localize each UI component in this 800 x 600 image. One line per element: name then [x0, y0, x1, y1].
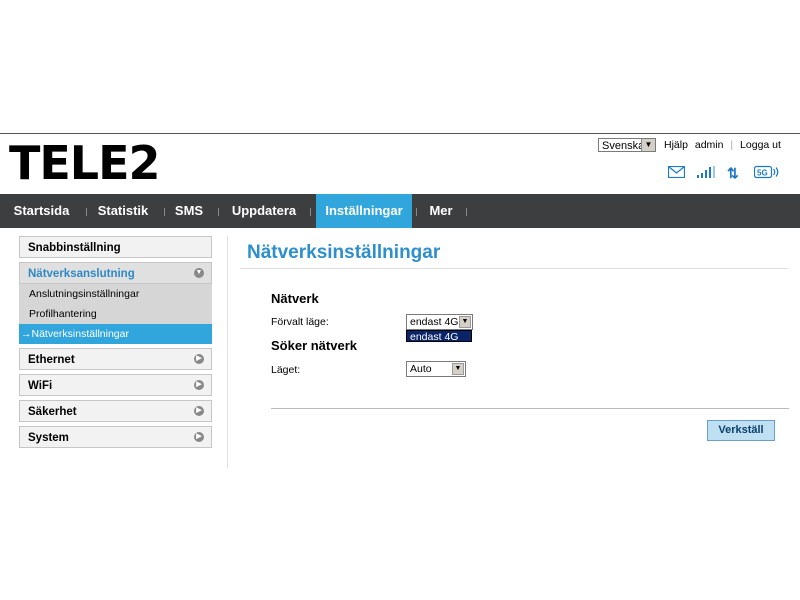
nav-mer[interactable]: Mer — [422, 194, 460, 228]
sidebar-subitem-anslutningsinstallningar[interactable]: Anslutningsinställningar — [19, 284, 212, 304]
nav-separator — [86, 208, 87, 216]
header-links: Hjälp admin | Logga ut — [664, 139, 785, 151]
admin-link[interactable]: admin — [695, 139, 724, 151]
main-nav: Startsida Statistik SMS Uppdatera Instäl… — [0, 194, 800, 228]
sidebar-item-label: Nätverksanslutning — [28, 268, 135, 280]
sidebar-item-label: Säkerhet — [28, 406, 77, 418]
network-badge-text: 5G — [757, 169, 768, 178]
link-separator: | — [730, 139, 734, 151]
sidebar-subitem-natverksinstallningar[interactable]: →Nätverksinställningar — [19, 324, 212, 344]
sidebar-item-wifi[interactable]: WiFi ▶ — [19, 374, 212, 396]
network-mode-value: endast 4G — [410, 316, 459, 328]
chevron-right-icon: ▶ — [194, 406, 204, 416]
sidebar-item-label: System — [28, 432, 69, 444]
nav-sms[interactable]: SMS — [170, 194, 208, 228]
sidebar-divider — [227, 236, 228, 468]
data-transfer-icon: ⇅ — [727, 165, 739, 181]
logout-link[interactable]: Logga ut — [740, 139, 781, 151]
nav-statistik[interactable]: Statistik — [92, 194, 154, 228]
sidebar-item-label: Ethernet — [28, 354, 75, 366]
chevron-down-icon: ▼ — [194, 268, 204, 278]
mail-icon[interactable] — [667, 165, 686, 181]
search-mode-select[interactable]: Auto ▼ — [406, 361, 466, 377]
title-divider — [240, 268, 788, 269]
chevron-right-icon: ▶ — [194, 380, 204, 390]
chevron-down-icon: ▼ — [641, 139, 655, 151]
sidebar-item-system[interactable]: System ▶ — [19, 426, 212, 448]
sidebar-item-natverksanslutning[interactable]: Nätverksanslutning ▼ — [19, 262, 212, 284]
sidebar-item-ethernet[interactable]: Ethernet ▶ — [19, 348, 212, 370]
settings-sidebar: Snabbinställning Nätverksanslutning ▼ An… — [19, 236, 212, 452]
nav-uppdatera[interactable]: Uppdatera — [224, 194, 304, 228]
help-link[interactable]: Hjälp — [664, 139, 688, 151]
page-title: Nätverksinställningar — [247, 242, 441, 263]
nav-separator — [466, 208, 467, 216]
sidebar-item-label: WiFi — [28, 380, 53, 392]
sidebar-group-natverksanslutning: Nätverksanslutning ▼ Anslutningsinställn… — [19, 262, 212, 344]
nav-separator — [416, 208, 417, 216]
nav-installningar[interactable]: Inställningar — [316, 194, 412, 228]
section-heading-soker-natverk: Söker nätverk — [271, 338, 357, 353]
content-divider — [271, 408, 789, 409]
sidebar-item-label: Snabbinställning — [28, 242, 121, 254]
chevron-right-icon: ▶ — [194, 432, 204, 442]
network-mode-option[interactable]: endast 4G — [406, 330, 472, 343]
chevron-down-icon: ▼ — [452, 363, 464, 375]
chevron-right-icon: ▶ — [194, 354, 204, 364]
sidebar-item-snabbinstallning[interactable]: Snabbinställning — [19, 236, 212, 258]
language-value: Svenska — [602, 140, 645, 152]
search-mode-value: Auto — [410, 363, 432, 375]
network-mode-select[interactable]: endast 4G ▼ — [406, 314, 473, 330]
nav-separator — [164, 208, 165, 216]
section-heading-natverk: Nätverk — [271, 291, 319, 306]
network-5g-icon: 5G — [753, 165, 780, 182]
nav-separator — [310, 208, 311, 216]
header-divider — [0, 133, 800, 134]
sidebar-item-sakerhet[interactable]: Säkerhet ▶ — [19, 400, 212, 422]
signal-icon — [697, 165, 715, 181]
nav-startsida[interactable]: Startsida — [6, 194, 77, 228]
chevron-down-icon: ▼ — [459, 316, 471, 328]
language-select[interactable]: Svenska ▼ — [598, 138, 656, 152]
apply-button[interactable]: Verkställ — [707, 420, 775, 441]
tele2-logo: TELE2 — [9, 136, 161, 190]
sidebar-subitem-profilhantering[interactable]: Profilhantering — [19, 304, 212, 324]
network-mode-label: Förvalt läge: — [271, 316, 329, 328]
search-mode-label: Läget: — [271, 364, 301, 376]
nav-separator — [218, 208, 219, 216]
